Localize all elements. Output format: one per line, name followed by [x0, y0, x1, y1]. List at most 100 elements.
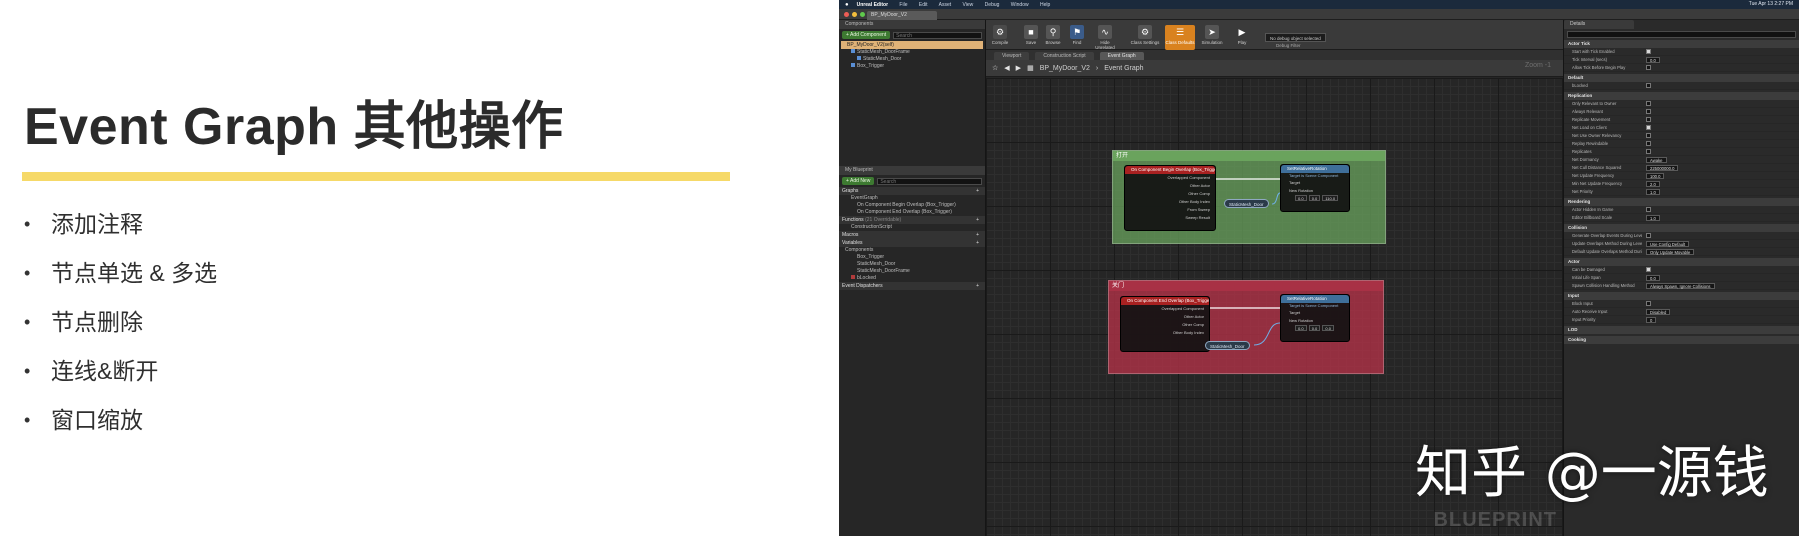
- section-graphs[interactable]: Graphs +: [839, 187, 985, 195]
- save-icon: ■: [1024, 25, 1038, 39]
- details-category[interactable]: Rendering: [1564, 198, 1799, 206]
- my-blueprint-search-input[interactable]: Search: [877, 177, 982, 185]
- add-icon[interactable]: +: [976, 231, 979, 239]
- components-search-input[interactable]: Search: [893, 31, 982, 39]
- function-item[interactable]: ConstructionScript: [839, 224, 985, 231]
- property-input[interactable]: 225000000.0: [1646, 164, 1679, 171]
- section-event-dispatchers[interactable]: Event Dispatchers +: [839, 282, 985, 290]
- component-root-item[interactable]: BP_MyDoor_V2(self): [841, 41, 983, 49]
- graph-item[interactable]: On Component End Overlap (Box_Trigger): [839, 209, 985, 216]
- property-checkbox[interactable]: [1646, 141, 1651, 146]
- close-window-icon[interactable]: [844, 12, 849, 17]
- property-input[interactable]: 2.0: [1646, 180, 1660, 187]
- menu-asset[interactable]: Asset: [939, 2, 952, 8]
- property-checkbox[interactable]: [1646, 101, 1651, 106]
- property-checkbox[interactable]: [1646, 233, 1651, 238]
- menu-window[interactable]: Window: [1011, 2, 1029, 8]
- component-item[interactable]: StaticMesh_DoorFrame: [839, 49, 985, 56]
- variable-item[interactable]: Box_Trigger: [839, 254, 985, 261]
- minimize-window-icon[interactable]: [852, 12, 857, 17]
- property-input[interactable]: Disabled: [1646, 308, 1671, 315]
- document-tab[interactable]: BP_MyDoor_V2: [867, 11, 937, 20]
- property-input[interactable]: 1.0: [1646, 188, 1660, 195]
- tab-viewport[interactable]: Viewport: [994, 52, 1030, 60]
- property-input[interactable]: Only Update Movable: [1646, 248, 1695, 255]
- component-item[interactable]: Box_Trigger: [839, 63, 985, 70]
- details-category[interactable]: LOD: [1564, 326, 1799, 334]
- property-checkbox[interactable]: [1646, 125, 1651, 130]
- property-input[interactable]: 0.0: [1646, 274, 1660, 281]
- property-checkbox[interactable]: [1646, 83, 1651, 88]
- compile-button[interactable]: ⚙ Compile: [989, 25, 1011, 45]
- breadcrumb-blueprint[interactable]: BP_MyDoor_V2: [1040, 65, 1090, 72]
- save-button[interactable]: ■ Save: [1020, 25, 1042, 45]
- maximize-window-icon[interactable]: [860, 12, 865, 17]
- my-blueprint-tab[interactable]: My Blueprint: [839, 166, 985, 175]
- property-input[interactable]: Awake: [1646, 156, 1667, 163]
- details-category[interactable]: Input: [1564, 292, 1799, 300]
- debug-object-select[interactable]: No debug object selected: [1265, 33, 1326, 42]
- property-input[interactable]: Use Config Default: [1646, 240, 1690, 247]
- add-icon[interactable]: +: [976, 216, 979, 224]
- menu-debug[interactable]: Debug: [985, 2, 1000, 8]
- breadcrumb-graph[interactable]: Event Graph: [1104, 65, 1143, 72]
- tab-construction-script[interactable]: Construction Script: [1035, 52, 1094, 60]
- tab-event-graph[interactable]: Event Graph: [1099, 52, 1144, 60]
- details-category[interactable]: Collision: [1564, 224, 1799, 232]
- property-label: Tick Interval (secs): [1572, 57, 1607, 62]
- hide-unrelated-button[interactable]: ∿ Hide Unrelated: [1090, 25, 1120, 50]
- browse-button[interactable]: ⚲ Browse: [1042, 25, 1064, 45]
- forward-arrow-icon[interactable]: ▶: [1016, 64, 1021, 72]
- play-button[interactable]: ▶ Play: [1231, 25, 1253, 45]
- property-checkbox[interactable]: [1646, 301, 1651, 306]
- class-settings-button[interactable]: ⚙ Class Settings: [1130, 25, 1160, 45]
- details-category[interactable]: Default: [1564, 74, 1799, 82]
- add-component-button[interactable]: + Add Component: [842, 31, 891, 39]
- add-icon[interactable]: +: [976, 187, 979, 195]
- simulation-button[interactable]: ➤ Simulation: [1199, 25, 1225, 45]
- details-category[interactable]: Actor: [1564, 258, 1799, 266]
- menu-file[interactable]: File: [899, 2, 907, 8]
- component-item[interactable]: StaticMesh_Door: [839, 56, 985, 63]
- components-tab[interactable]: Components: [839, 20, 985, 29]
- property-checkbox[interactable]: [1646, 117, 1651, 122]
- menu-edit[interactable]: Edit: [919, 2, 928, 8]
- section-functions[interactable]: Functions (21 Overridable) +: [839, 216, 985, 224]
- section-variables[interactable]: Variables +: [839, 239, 985, 247]
- find-button[interactable]: ⚑ Find: [1066, 25, 1088, 45]
- add-icon[interactable]: +: [976, 239, 979, 247]
- add-icon[interactable]: +: [976, 282, 979, 290]
- property-checkbox[interactable]: [1646, 109, 1651, 114]
- menu-app[interactable]: Unreal Editor: [857, 2, 888, 8]
- property-input[interactable]: 0.0: [1646, 56, 1660, 63]
- details-category[interactable]: Cooking: [1564, 336, 1799, 344]
- property-checkbox[interactable]: [1646, 133, 1651, 138]
- graph-item[interactable]: EventGraph: [839, 195, 985, 202]
- property-input[interactable]: 1.0: [1646, 214, 1660, 221]
- apple-icon[interactable]: ●: [845, 2, 849, 8]
- back-arrow-icon[interactable]: ◀: [1004, 64, 1009, 72]
- property-input[interactable]: 100.0: [1646, 172, 1665, 179]
- variable-item[interactable]: StaticMesh_Door: [839, 261, 985, 268]
- menu-view[interactable]: View: [963, 2, 974, 8]
- graph-item[interactable]: On Component Begin Overlap (Box_Trigger): [839, 202, 985, 209]
- property-checkbox[interactable]: [1646, 149, 1651, 154]
- add-new-button[interactable]: + Add New: [842, 177, 875, 185]
- details-category[interactable]: Replication: [1564, 92, 1799, 100]
- details-category[interactable]: Actor Tick: [1564, 40, 1799, 48]
- property-checkbox[interactable]: [1646, 49, 1651, 54]
- class-defaults-button[interactable]: ☰ Class Defaults: [1165, 25, 1195, 50]
- variable-item[interactable]: StaticMesh_DoorFrame: [839, 268, 985, 275]
- property-checkbox[interactable]: [1646, 267, 1651, 272]
- subsection-components[interactable]: Components: [839, 247, 985, 254]
- property-checkbox[interactable]: [1646, 65, 1651, 70]
- details-search-input[interactable]: [1567, 31, 1796, 38]
- property-input[interactable]: 0: [1646, 316, 1657, 323]
- details-tab[interactable]: Details: [1564, 20, 1634, 29]
- section-macros[interactable]: Macros +: [839, 231, 985, 239]
- variable-item[interactable]: bLocked: [839, 275, 985, 282]
- star-icon[interactable]: ☆: [992, 64, 998, 72]
- property-checkbox[interactable]: [1646, 207, 1651, 212]
- property-input[interactable]: Always Spawn, Ignore Collisions: [1646, 282, 1715, 289]
- menu-help[interactable]: Help: [1040, 2, 1050, 8]
